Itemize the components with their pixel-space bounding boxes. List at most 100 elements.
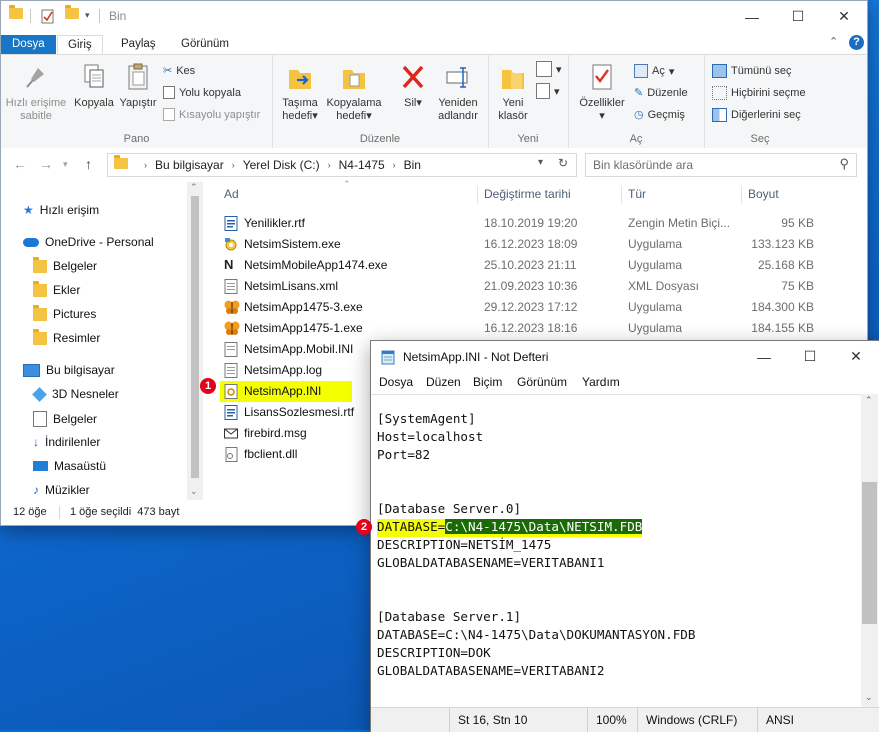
menu-gorunum[interactable]: Görünüm: [517, 375, 567, 389]
scroll-up-chevron-icon[interactable]: ⌃: [865, 395, 873, 406]
refresh-icon[interactable]: ↻: [558, 156, 568, 170]
easy-access-button[interactable]: ▾: [536, 83, 560, 99]
scroll-down-chevron-icon[interactable]: ⌄: [190, 486, 198, 497]
nav-this-pc[interactable]: Bu bilgisayar: [23, 363, 115, 377]
search-icon[interactable]: ⚲: [839, 156, 849, 172]
nav-item-belgeler-pc[interactable]: Belgeler: [33, 411, 97, 427]
tab-paylas[interactable]: Paylaş: [111, 35, 166, 54]
new-item-button[interactable]: ▾: [536, 61, 562, 77]
collapse-ribbon-chevron-icon[interactable]: ⌃: [829, 35, 838, 48]
minimize-button[interactable]: —: [729, 1, 775, 32]
menu-dosya[interactable]: Dosya: [379, 375, 413, 389]
text-line: DATABASE=C:\N4-1475\Data\DOKUMANTASYON.F…: [377, 627, 696, 642]
notepad-minimize-button[interactable]: —: [741, 341, 787, 372]
notepad-close-button[interactable]: ✕: [833, 341, 879, 372]
step-1-badge: 1: [200, 378, 216, 394]
nav-item-3d-objects[interactable]: 3D Nesneler: [32, 386, 119, 402]
clipboard-icon: [124, 61, 152, 93]
tab-gorunum[interactable]: Görünüm: [171, 35, 239, 54]
pin-quick-access-button[interactable]: Hızlı erişime sabitle: [5, 61, 67, 123]
xml-file-icon: [224, 279, 238, 294]
nav-onedrive[interactable]: OneDrive - Personal: [23, 235, 154, 249]
column-header-type[interactable]: Tür: [628, 182, 646, 206]
notepad-icon: [380, 349, 396, 368]
menu-bicim[interactable]: Biçim: [473, 375, 502, 389]
new-folder-icon[interactable]: [65, 5, 79, 24]
text-line: Host=localhost: [377, 429, 484, 444]
column-header-size[interactable]: Boyut: [748, 182, 779, 206]
address-dropdown-chevron-icon[interactable]: ▾: [538, 157, 543, 168]
file-row-selected[interactable]: NetsimApp.INI: [220, 381, 352, 402]
open-button[interactable]: Aç ▾: [634, 64, 674, 78]
edit-button[interactable]: ✎ Düzenle: [634, 86, 688, 100]
file-row[interactable]: NetsimSistem.exe 16.12.2023 18:09 Uygula…: [220, 234, 820, 255]
recent-locations-chevron-icon[interactable]: ▾: [63, 159, 68, 170]
notepad-text-area[interactable]: [SystemAgent] Host=localhost Port=82 [Da…: [371, 394, 861, 708]
delete-button[interactable]: Sil▾: [392, 61, 434, 110]
nav-item-ekler[interactable]: Ekler: [33, 280, 80, 297]
tab-dosya[interactable]: Dosya: [1, 35, 56, 54]
breadcrumb-this-pc[interactable]: Bu bilgisayar: [155, 158, 224, 172]
file-row[interactable]: Yenilikler.rtf 18.10.2019 19:20 Zengin M…: [220, 213, 820, 234]
rename-button[interactable]: Yeniden adlandır: [432, 61, 484, 123]
search-input[interactable]: Bin klasöründe ara ⚲: [585, 153, 857, 177]
menu-duzen[interactable]: Düzen: [426, 375, 461, 389]
file-row[interactable]: N NetsimMobileApp1474.exe 25.10.2023 21:…: [220, 255, 820, 276]
notepad-maximize-button[interactable]: ☐: [787, 341, 833, 372]
copy-path-button[interactable]: Yolu kopyala: [163, 86, 241, 99]
cube-icon: [32, 386, 47, 402]
back-arrow-icon[interactable]: ←: [13, 156, 27, 172]
copy-button[interactable]: Kopyala: [71, 61, 117, 110]
nav-item-resimler[interactable]: Resimler: [33, 328, 100, 345]
file-row[interactable]: NetsimApp1475-1.exe 16.12.2023 18:16 Uyg…: [220, 318, 820, 339]
notepad-window: NetsimApp.INI - Not Defteri — ☐ ✕ Dosya …: [370, 340, 879, 732]
select-all-button[interactable]: Tümünü seç: [712, 64, 792, 78]
notepad-scrollbar-thumb[interactable]: [862, 482, 877, 624]
move-to-button[interactable]: Taşıma hedefi▾: [278, 61, 322, 123]
copy-to-button[interactable]: Kopyalama hedefi▾: [324, 61, 384, 123]
maximize-button[interactable]: ☐: [775, 1, 821, 32]
nav-item-downloads[interactable]: ↓ İndirilenler: [33, 435, 100, 449]
nav-item-music[interactable]: ♪ Müzikler: [33, 483, 90, 497]
column-header-date[interactable]: Değiştirme tarihi: [484, 182, 571, 206]
netsim-n-icon: N: [224, 257, 234, 272]
navigation-pane: ★ Hızlı erişim OneDrive - Personal Belgel…: [1, 182, 203, 500]
close-button[interactable]: ✕: [821, 1, 867, 32]
scroll-down-chevron-icon[interactable]: ⌄: [865, 692, 873, 703]
customize-toolbar-chevron-icon[interactable]: ▾: [85, 10, 99, 26]
select-all-icon: [712, 64, 727, 78]
line-ending: Windows (CRLF): [646, 713, 738, 727]
text-line: [Database Server.1]: [377, 609, 522, 624]
select-none-button[interactable]: Hiçbirini seçme: [712, 86, 806, 100]
breadcrumb-bin[interactable]: Bin: [404, 158, 421, 172]
forward-arrow-icon[interactable]: →: [39, 156, 53, 172]
breadcrumb-local-disk[interactable]: Yerel Disk (C:): [243, 158, 320, 172]
column-header-name[interactable]: Ad: [224, 182, 239, 206]
file-row[interactable]: NetsimLisans.xml 21.09.2023 10:36 XML Do…: [220, 276, 820, 297]
tab-giris[interactable]: Giriş: [57, 35, 103, 55]
invert-selection-button[interactable]: Diğerlerini seç: [712, 108, 801, 122]
paste-shortcut-button[interactable]: Kısayolu yapıştır: [163, 108, 260, 121]
history-button[interactable]: ◷ Geçmiş: [634, 108, 685, 122]
up-arrow-icon[interactable]: ↑: [85, 156, 92, 172]
properties-button[interactable]: Özellikler ▾: [574, 61, 630, 123]
address-bar[interactable]: › Bu bilgisayar › Yerel Disk (C:) › N4-1…: [107, 153, 577, 177]
scroll-up-chevron-icon[interactable]: ⌃: [190, 182, 198, 193]
nav-quick-access[interactable]: ★ Hızlı erişim: [23, 203, 99, 217]
help-icon[interactable]: ?: [849, 35, 864, 50]
file-row[interactable]: NetsimApp1475-3.exe 29.12.2023 17:12 Uyg…: [220, 297, 820, 318]
new-folder-button[interactable]: Yeni klasör: [492, 61, 534, 123]
breadcrumb-n4-1475[interactable]: N4-1475: [339, 158, 385, 172]
nav-scrollbar-thumb[interactable]: [191, 196, 199, 478]
nav-item-desktop[interactable]: Masaüstü: [33, 459, 106, 473]
cut-button[interactable]: ✂ Kes: [163, 64, 195, 78]
nav-item-belgeler-onedrive[interactable]: Belgeler: [33, 256, 97, 273]
window-title: Bin: [109, 9, 127, 23]
notepad-scrollbar[interactable]: ⌃ ⌄: [861, 394, 878, 707]
paste-button[interactable]: Yapıştır: [117, 61, 159, 110]
rtf-file-icon: [224, 405, 238, 420]
properties-icon[interactable]: [41, 8, 55, 24]
menu-yardim[interactable]: Yardım: [582, 375, 620, 389]
nav-scrollbar[interactable]: ⌃ ⌄: [187, 182, 203, 500]
nav-item-pictures[interactable]: Pictures: [33, 304, 96, 321]
